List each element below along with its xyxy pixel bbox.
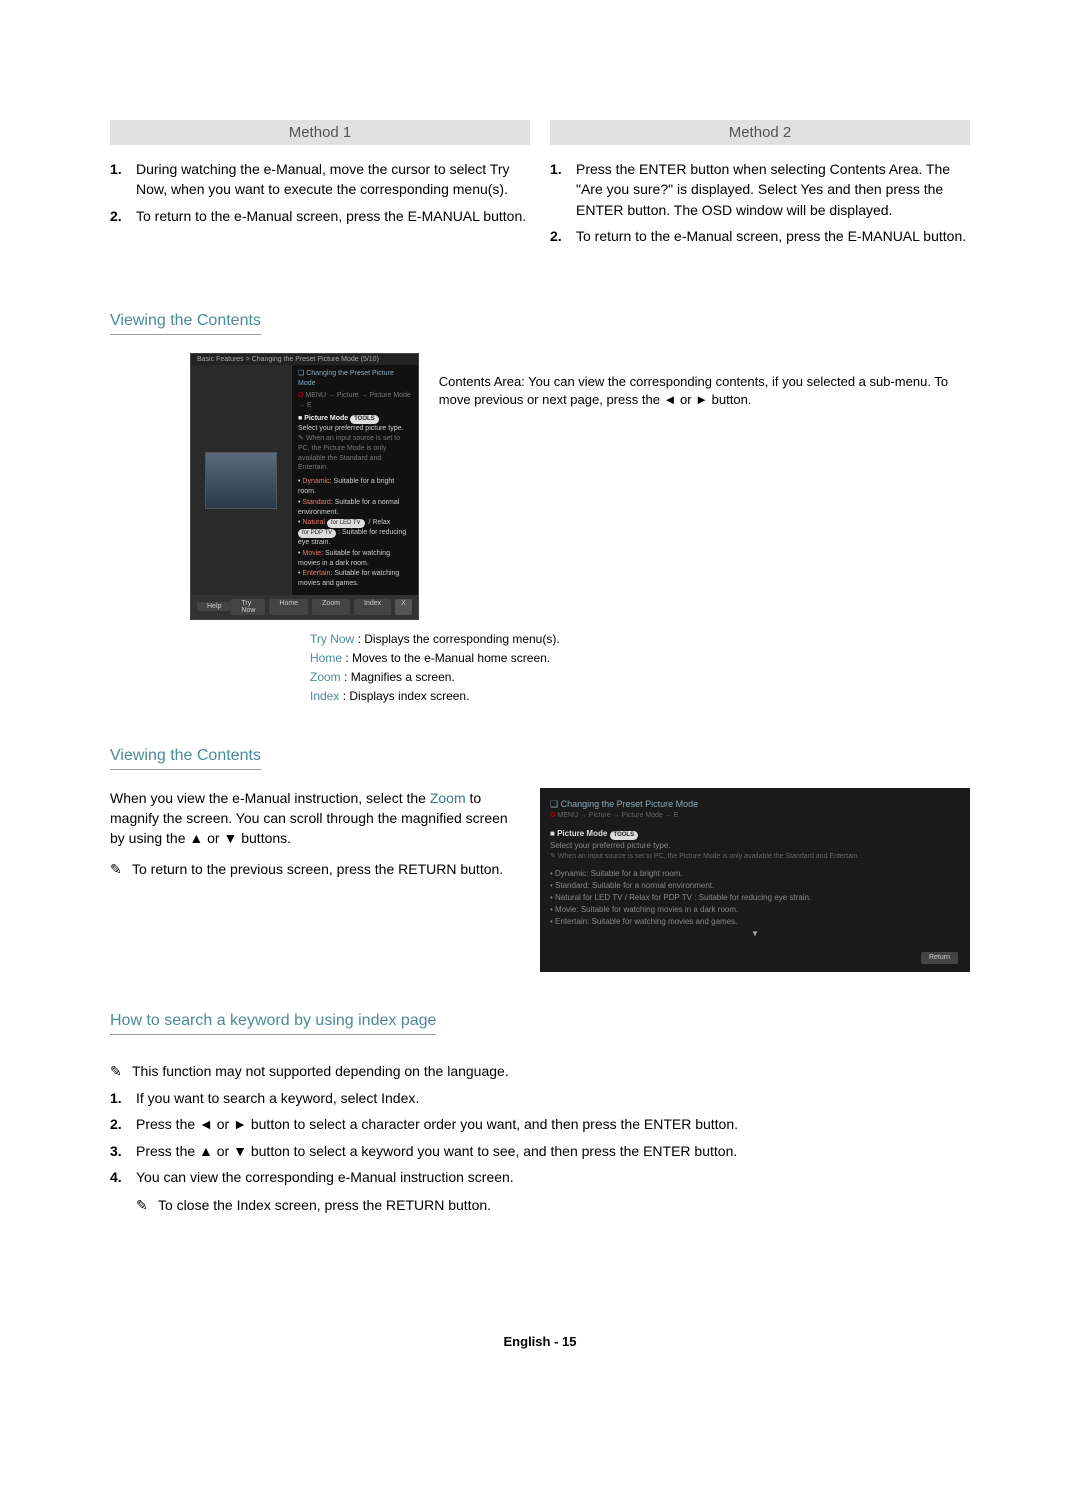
ss-thumbnail <box>205 452 277 509</box>
method2-step2: To return to the e-Manual screen, press … <box>576 226 970 246</box>
methods-row: Method 1 1.During watching the e-Manual,… <box>110 120 970 252</box>
method2-step1: Press the ENTER button when selecting Co… <box>576 159 970 220</box>
ss-help-button[interactable]: Help <box>197 602 231 611</box>
ss-trynow-button[interactable]: Try Now <box>231 599 265 615</box>
ss-breadcrumb: Basic Features > Changing the Preset Pic… <box>191 354 418 365</box>
search-title: How to search a keyword by using index p… <box>110 1012 436 1035</box>
ss-zoom-button[interactable]: Zoom <box>312 599 350 615</box>
search-step1: If you want to search a keyword, select … <box>136 1088 970 1108</box>
note-icon <box>110 859 132 879</box>
contents-area-desc: Contents Area: You can view the correspo… <box>439 373 970 409</box>
viewing2-note: To return to the previous screen, press … <box>132 859 503 879</box>
viewing1-title: Viewing the Contents <box>110 312 261 335</box>
note-icon <box>136 1197 158 1214</box>
legend: Try Now : Displays the corresponding men… <box>310 630 970 707</box>
page-footer: English - 15 <box>110 1334 970 1349</box>
method1-header: Method 1 <box>110 120 530 145</box>
viewing1-row: Basic Features > Changing the Preset Pic… <box>110 353 970 620</box>
emanual-screenshot: Basic Features > Changing the Preset Pic… <box>190 353 419 620</box>
ss2-return-button[interactable]: Return <box>921 952 958 965</box>
ss-close-button[interactable]: X <box>395 599 412 615</box>
viewing2-title: Viewing the Contents <box>110 747 261 770</box>
zoom-screenshot: ❏ Changing the Preset Picture Mode O MEN… <box>540 788 970 973</box>
search-step2: Press the ◄ or ► button to select a char… <box>136 1114 970 1134</box>
method1-step1: During watching the e-Manual, move the c… <box>136 159 530 200</box>
arrow-down-icon <box>223 830 237 846</box>
note-icon <box>110 1063 132 1080</box>
arrow-up-icon <box>189 830 203 846</box>
search-note-top: This function may not supported dependin… <box>132 1063 509 1080</box>
ss-index-button[interactable]: Index <box>354 599 391 615</box>
method2-header: Method 2 <box>550 120 970 145</box>
viewing2-row: When you view the e-Manual instruction, … <box>110 788 970 973</box>
search-step3: Press the ▲ or ▼ button to select a keyw… <box>136 1141 970 1161</box>
search-step4: You can view the corresponding e-Manual … <box>136 1167 970 1187</box>
search-note-bottom: To close the Index screen, press the RET… <box>158 1197 491 1214</box>
method1-column: Method 1 1.During watching the e-Manual,… <box>110 120 530 252</box>
method1-step2: To return to the e-Manual screen, press … <box>136 206 530 226</box>
ss-home-button[interactable]: Home <box>269 599 308 615</box>
method2-column: Method 2 1.Press the ENTER button when s… <box>550 120 970 252</box>
